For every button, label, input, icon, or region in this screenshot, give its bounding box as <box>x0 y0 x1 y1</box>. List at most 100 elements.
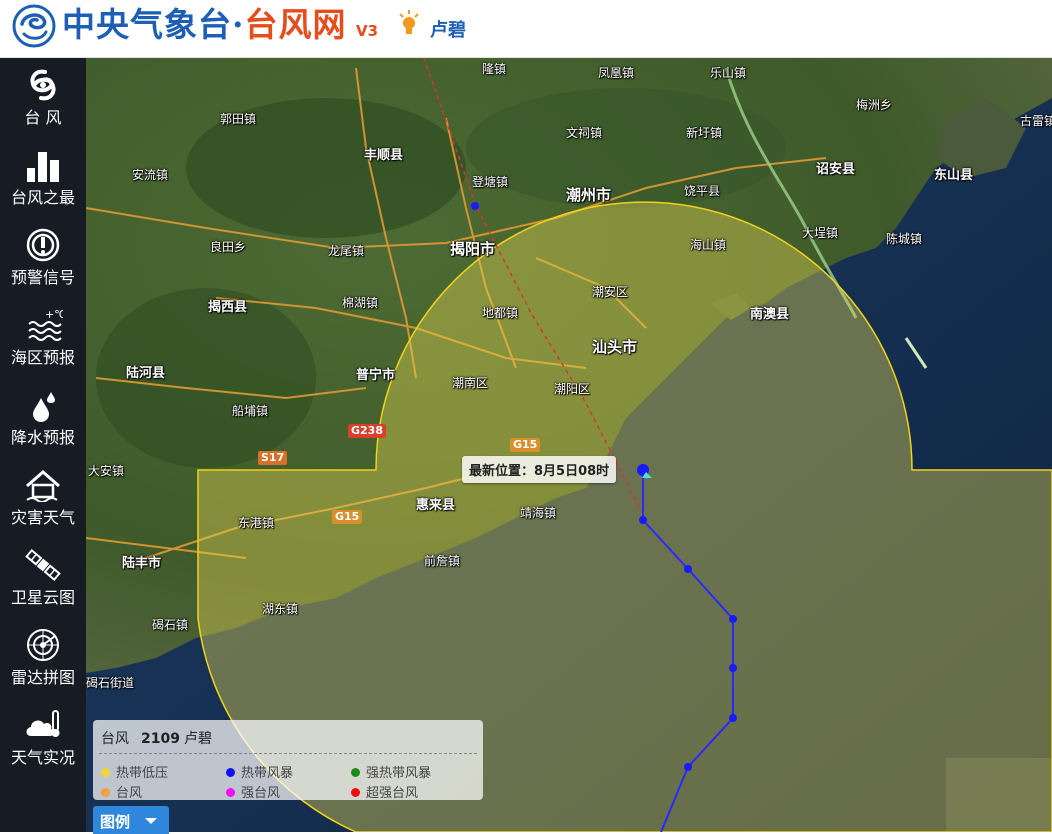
sidebar-item-label: 卫星云图 <box>10 588 75 607</box>
sidebar-item-radar[interactable]: 雷达拼图 <box>0 618 86 698</box>
place-label: 棉湖镇 <box>342 296 379 310</box>
current-typhoon-link[interactable]: 卢碧 <box>430 16 466 42</box>
place-label: 揭西县 <box>208 300 248 315</box>
site-title-typhoon: 台风网 <box>244 5 347 44</box>
legend-label: 强热带风暴 <box>366 766 432 781</box>
sidebar-item-label: 灾害天气 <box>10 508 75 527</box>
legend-toggle-label: 图例 <box>100 813 131 831</box>
radar-icon <box>27 629 59 661</box>
track-point[interactable] <box>684 565 692 573</box>
place-label: 普宁市 <box>356 368 396 383</box>
legend-dot <box>101 788 110 797</box>
legend-entry: 强热带风暴 <box>351 762 431 781</box>
version-label: V3 <box>356 22 379 40</box>
place-label: 海山镇 <box>690 238 727 252</box>
legend-entry: 台风 <box>101 782 142 801</box>
forecast-point[interactable] <box>471 202 479 210</box>
sidebar-item-label: 台 风 <box>24 108 62 127</box>
latest-position-tooltip: 最新位置：8月5日08时 <box>462 456 617 483</box>
sidebar-item-label: 台风之最 <box>10 188 75 207</box>
road-badge: S17 <box>258 451 288 465</box>
place-label: 碣石镇 <box>152 618 189 632</box>
legend-title-label: 台风 <box>101 731 129 747</box>
place-label: 前詹镇 <box>424 554 461 568</box>
place-label: 文祠镇 <box>566 126 603 140</box>
place-label: 潮安区 <box>592 285 629 299</box>
legend-dot <box>226 788 235 797</box>
track-point[interactable] <box>729 714 737 722</box>
sidebar-item-typhoon[interactable]: 台 风 <box>0 58 86 138</box>
place-label: 郭田镇 <box>220 112 257 126</box>
place-label: 诏安县 <box>816 162 856 177</box>
legend-typhoon-name: 卢碧 <box>183 731 212 747</box>
legend-panel: 台风 2109 卢碧 热带低压 热带风暴 强热带风暴 台风 强台风 超强台风 <box>93 720 483 801</box>
place-label: 乐山镇 <box>710 66 747 80</box>
place-label: 陈城镇 <box>886 232 923 246</box>
sidebar-item-sea-forecast[interactable]: +℃ 海区预报 <box>0 298 86 378</box>
track-point[interactable] <box>729 664 737 672</box>
legend-label: 台风 <box>116 786 143 801</box>
legend-typhoon-id: 2109 <box>141 731 180 747</box>
place-label: 潮阳区 <box>554 382 591 396</box>
place-label: 安流镇 <box>132 168 169 182</box>
disaster-weather-icon <box>26 470 60 502</box>
legend-dot <box>351 768 360 777</box>
sidebar: 台 风 台风之最 预警信号 +℃ 海区预报 降水预报 灾害天气 卫星云图 雷达拼… <box>0 58 86 832</box>
place-label: 丰顺县 <box>364 148 404 163</box>
place-label: 梅洲乡 <box>856 98 893 112</box>
place-label: 靖海镇 <box>520 506 557 520</box>
typhoon-icon <box>30 69 56 101</box>
legend-entry: 强台风 <box>226 782 280 801</box>
legend-entry: 热带风暴 <box>226 762 293 781</box>
sidebar-item-rain-forecast[interactable]: 降水预报 <box>0 378 86 458</box>
place-label: 饶平县 <box>684 184 721 198</box>
place-label: 良田乡 <box>210 240 247 254</box>
place-label: 龙尾镇 <box>328 244 365 258</box>
sidebar-item-weather-live[interactable]: 天气实况 <box>0 698 86 778</box>
road-badge: G15 <box>510 438 541 452</box>
legend-label: 强台风 <box>241 786 281 801</box>
warning-signal-icon <box>26 228 60 262</box>
sidebar-item-label: 海区预报 <box>10 348 75 367</box>
legend-toggle-button[interactable]: 图例 <box>93 806 169 834</box>
place-label: 地都镇 <box>482 306 519 320</box>
map-canvas[interactable] <box>86 58 1052 832</box>
road-badge: G238 <box>348 424 386 438</box>
sea-forecast-icon: +℃ <box>28 308 63 341</box>
sidebar-item-records[interactable]: 台风之最 <box>0 138 86 218</box>
place-label: 潮州市 <box>566 186 612 204</box>
cma-logo-icon <box>12 4 56 48</box>
sidebar-item-satellite[interactable]: 卫星云图 <box>0 538 86 618</box>
road-badge: G15 <box>332 510 363 524</box>
header: 中央气象台·台风网 V3 卢碧 <box>0 0 1052 58</box>
site-title[interactable]: 中央气象台·台风网 <box>62 3 347 47</box>
place-label: 大埕镇 <box>802 226 839 240</box>
place-label: 凤凰镇 <box>598 66 635 80</box>
svg-text:+℃: +℃ <box>45 308 63 321</box>
legend-dot <box>101 768 110 777</box>
sidebar-item-label: 天气实况 <box>10 748 75 767</box>
place-label: 陆河县 <box>126 366 166 381</box>
place-label: 古雷镇 <box>1020 114 1052 128</box>
sidebar-item-label: 降水预报 <box>10 428 75 447</box>
place-label: 汕头市 <box>592 338 638 356</box>
place-label: 碣石街道 <box>86 676 135 690</box>
track-point[interactable] <box>729 615 737 623</box>
legend-title: 台风 2109 卢碧 <box>101 728 224 748</box>
place-label: 船埔镇 <box>232 404 269 418</box>
legend-entry: 热带低压 <box>101 762 168 781</box>
lightbulb-icon[interactable] <box>398 10 420 38</box>
track-point[interactable] <box>639 516 647 524</box>
rain-icon <box>33 392 55 422</box>
place-label: 东港镇 <box>238 516 275 530</box>
legend-label: 热带低压 <box>116 766 169 781</box>
place-label: 陆丰市 <box>122 556 162 571</box>
track-point[interactable] <box>684 763 692 771</box>
map-view[interactable]: 隆镇 凤凰镇 乐山镇 梅洲乡 古雷镇 郭田镇 文祠镇 新圩镇 丰顺县 安流镇 登… <box>86 58 1052 832</box>
sidebar-item-warning-signal[interactable]: 预警信号 <box>0 218 86 298</box>
legend-entry: 超强台风 <box>351 782 418 801</box>
sidebar-item-disaster-weather[interactable]: 灾害天气 <box>0 458 86 538</box>
place-label: 潮南区 <box>452 376 489 390</box>
place-label: 登塘镇 <box>472 175 509 189</box>
sidebar-item-label: 预警信号 <box>10 268 75 287</box>
